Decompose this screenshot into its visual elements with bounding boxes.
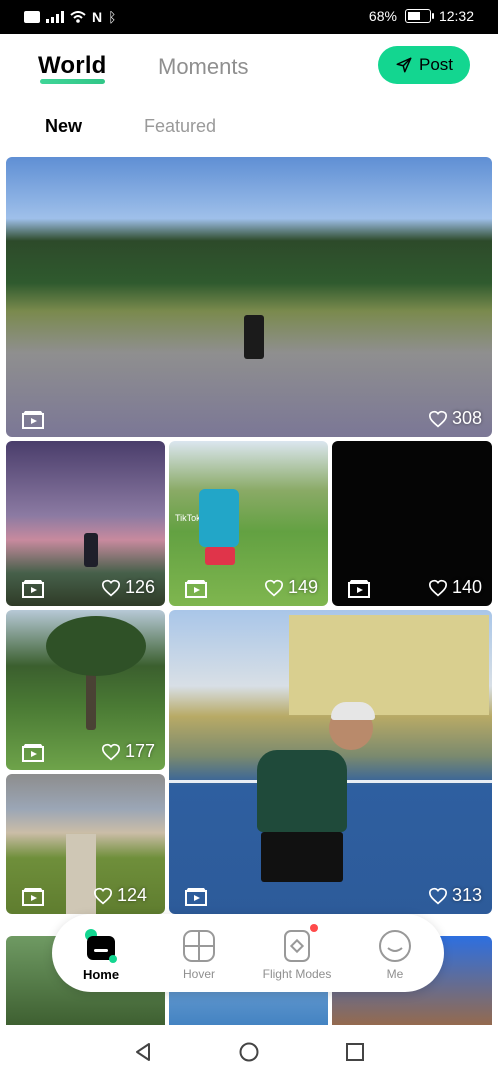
tree-canopy xyxy=(46,616,146,676)
hover-icon xyxy=(183,930,215,962)
feed-tile[interactable]: TikTok 149 xyxy=(169,441,328,606)
tab-world[interactable]: World xyxy=(38,52,107,84)
send-icon xyxy=(396,57,412,73)
like-count[interactable]: 126 xyxy=(101,577,155,598)
feed-grid: 308 126 TikTok 149 140 177 313 124 xyxy=(0,157,498,1025)
player-shorts xyxy=(261,832,343,882)
heart-icon xyxy=(428,410,447,427)
feed-tile[interactable]: 124 xyxy=(6,774,165,914)
video-icon xyxy=(22,580,44,598)
feed-tile[interactable]: 313 xyxy=(169,610,492,914)
home-circle-icon[interactable] xyxy=(239,1042,259,1062)
video-icon xyxy=(348,580,370,598)
video-icon xyxy=(185,580,207,598)
like-count-value: 308 xyxy=(451,408,482,428)
feed-tile[interactable]: 126 xyxy=(6,441,165,606)
status-right: 68% 12:32 xyxy=(369,8,474,24)
status-left-icons: N ᛒ xyxy=(24,9,117,25)
like-count-value: 140 xyxy=(451,577,482,597)
flight-modes-icon xyxy=(284,930,310,962)
like-count[interactable]: 308 xyxy=(428,408,482,429)
nav-label-flight-modes: Flight Modes xyxy=(262,967,332,981)
nav-label-home: Home xyxy=(82,967,120,982)
like-count-value: 177 xyxy=(124,741,155,761)
heart-icon xyxy=(101,579,120,596)
signal-icon xyxy=(46,11,64,23)
tree-trunk xyxy=(86,670,96,730)
clock: 12:32 xyxy=(438,8,474,24)
nav-label-hover: Hover xyxy=(182,967,215,981)
system-nav-bar xyxy=(0,1025,498,1080)
tab-moments[interactable]: Moments xyxy=(158,54,248,80)
like-count[interactable]: 124 xyxy=(93,885,147,906)
feed-subtabs: New Featured xyxy=(0,114,498,144)
player-shirt xyxy=(257,750,347,832)
nav-item-home[interactable]: Home xyxy=(52,914,150,992)
like-count[interactable]: 149 xyxy=(264,577,318,598)
heart-icon xyxy=(101,743,120,760)
person-figure xyxy=(244,315,264,359)
battery-icon xyxy=(404,9,434,23)
recents-icon[interactable] xyxy=(345,1042,365,1062)
like-count-value: 313 xyxy=(451,885,482,905)
subtab-featured[interactable]: Featured xyxy=(144,116,216,137)
nav-item-hover[interactable]: Hover xyxy=(150,914,248,992)
heart-icon xyxy=(428,887,447,904)
nav-label-me: Me xyxy=(386,967,404,981)
nav-item-flight-modes[interactable]: Flight Modes xyxy=(248,914,346,992)
like-count-value: 124 xyxy=(116,885,147,905)
back-icon[interactable] xyxy=(133,1042,153,1062)
bluetooth-icon: ᛒ xyxy=(108,9,117,25)
person-figure xyxy=(84,533,98,567)
post-button[interactable]: Post xyxy=(378,46,470,84)
video-icon xyxy=(185,888,207,906)
tiktok-watermark: TikTok xyxy=(175,513,201,523)
heart-icon xyxy=(264,579,283,596)
video-icon xyxy=(22,411,44,429)
notification-badge xyxy=(310,924,318,932)
feed-tile[interactable]: 177 xyxy=(6,610,165,770)
path xyxy=(66,834,96,914)
feed-tile[interactable]: 140 xyxy=(332,441,492,606)
battery-percent: 68% xyxy=(368,8,397,24)
status-bar: N ᛒ 68% 12:32 xyxy=(0,0,498,34)
feed-tile[interactable]: 308 xyxy=(6,157,492,437)
home-icon xyxy=(85,929,117,963)
subtab-new[interactable]: New xyxy=(45,116,82,137)
building xyxy=(289,615,489,715)
runner-figure xyxy=(199,489,239,547)
nfc-icon: N xyxy=(92,9,103,25)
bottom-nav: Home Hover Flight Modes Me xyxy=(52,914,444,992)
heart-icon xyxy=(428,579,447,596)
like-count[interactable]: 177 xyxy=(101,741,155,762)
volte-icon xyxy=(24,11,40,23)
runner-shorts xyxy=(205,547,235,565)
wifi-icon xyxy=(70,11,86,23)
player-cap xyxy=(331,702,375,720)
top-nav: World Moments Post xyxy=(0,35,498,97)
like-count-value: 126 xyxy=(124,577,155,597)
me-icon xyxy=(379,930,411,962)
video-icon xyxy=(22,888,44,906)
like-count-value: 149 xyxy=(287,577,318,597)
like-count[interactable]: 313 xyxy=(428,885,482,906)
video-icon xyxy=(22,744,44,762)
post-label: Post xyxy=(418,55,454,74)
like-count[interactable]: 140 xyxy=(428,577,482,598)
heart-icon xyxy=(93,887,112,904)
nav-item-me[interactable]: Me xyxy=(346,914,444,992)
